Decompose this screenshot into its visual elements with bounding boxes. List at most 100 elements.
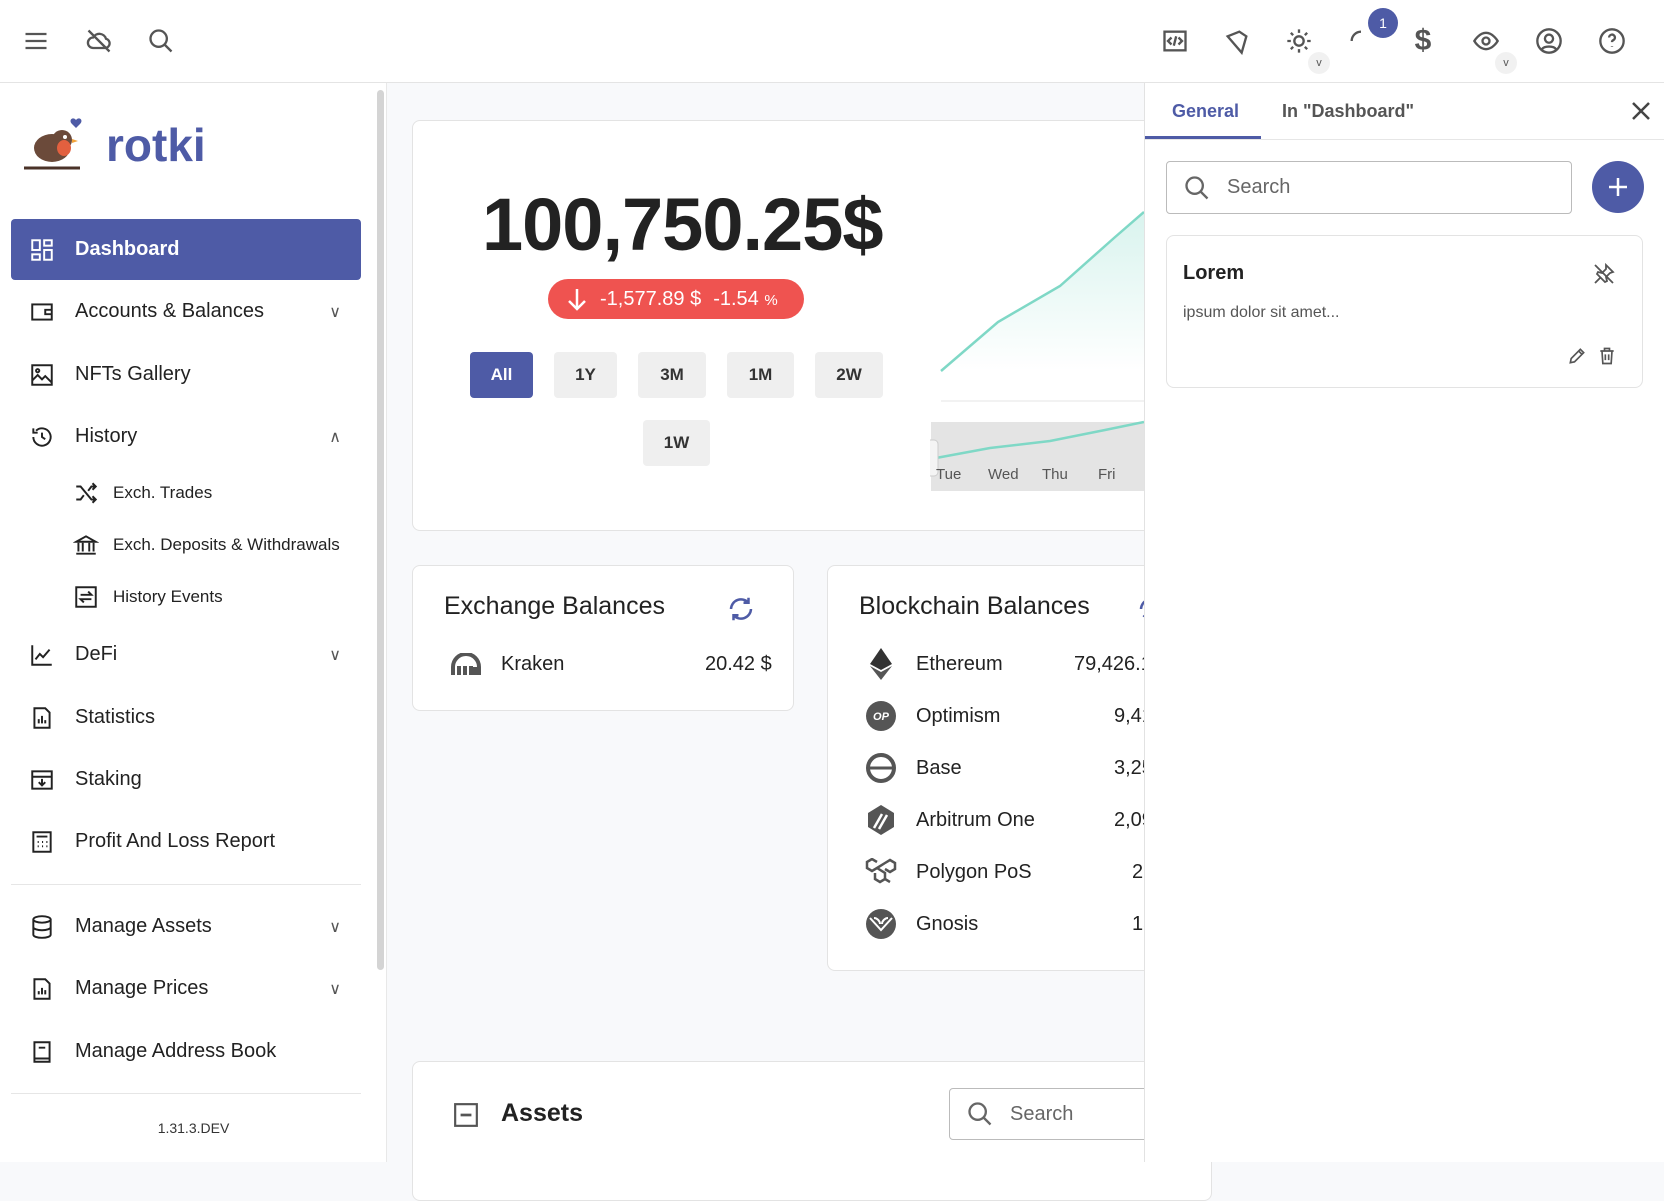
statistics-icon — [33, 706, 51, 729]
exchange-value: 20.42 $ — [705, 652, 772, 675]
sidebar-item-dashboard[interactable]: Dashboard — [11, 219, 361, 280]
sidebar-item-history-events[interactable]: History Events — [11, 572, 361, 622]
change-percent: -1.54 % — [713, 287, 778, 310]
chain-name: Gnosis — [916, 912, 979, 935]
menu-icon[interactable] — [17, 22, 55, 60]
chevron-down-icon: ∨ — [329, 646, 341, 664]
delete-icon[interactable] — [1597, 346, 1617, 366]
help-icon[interactable] — [1593, 22, 1631, 60]
range-1y-button[interactable]: 1Y — [554, 352, 617, 398]
svg-text:OP: OP — [873, 711, 890, 723]
note-title: Lorem — [1183, 262, 1245, 284]
currency-symbol: $ — [842, 183, 883, 266]
search-icon — [1185, 175, 1209, 199]
gnosis-icon — [864, 907, 898, 941]
add-note-button[interactable] — [1592, 161, 1644, 213]
app-version: 1.31.3.DEV — [157, 1120, 230, 1136]
range-3m-button[interactable]: 3M — [638, 352, 706, 398]
archive-icon — [31, 769, 53, 790]
balance-change-badge: -1,577.89 $ -1.54 % — [548, 279, 804, 319]
chain-row[interactable]: Base3,251.7 — [864, 748, 1181, 788]
rotki-logo — [20, 112, 88, 178]
close-icon[interactable] — [1629, 99, 1653, 123]
tab-general[interactable]: General — [1172, 83, 1239, 139]
search-icon[interactable] — [142, 22, 180, 60]
chain-row[interactable]: Polygon PoS229.9 — [864, 852, 1182, 892]
arrow-down-icon — [568, 289, 586, 311]
top-bar: v 1 $ v — [0, 0, 1664, 83]
card-title: Assets — [501, 1099, 583, 1127]
chain-row[interactable]: Arbitrum One2,096.1 — [864, 800, 1181, 840]
chevron-up-icon: ∧ — [329, 428, 341, 446]
polygon-icon — [864, 855, 898, 889]
refresh-icon[interactable] — [726, 594, 756, 624]
card-title: Exchange Balances — [444, 592, 665, 620]
range-all-button[interactable]: All — [470, 352, 533, 398]
sidebar-item-manage-prices[interactable]: Manage Prices ∨ — [11, 958, 361, 1019]
timeline-label: Wed — [988, 466, 1019, 483]
chain-name: Base — [916, 756, 962, 779]
chain-row[interactable]: Ethereum 79,426.1 — [864, 644, 1164, 684]
sidebar-item-label: History Events — [113, 587, 223, 606]
sidebar-item-label: DeFi — [75, 643, 118, 665]
chain-name: Arbitrum One — [916, 808, 1035, 831]
total-balance: 100,750.25$ — [482, 182, 884, 267]
sidebar-item-label: Profit And Loss Report — [75, 830, 276, 852]
tab-divider — [1145, 139, 1664, 140]
chevron-down-icon: ∨ — [329, 918, 341, 936]
range-1m-button[interactable]: 1M — [727, 352, 794, 398]
chain-row[interactable]: Gnosis136.8 — [864, 904, 1182, 944]
sidebar-item-label: Manage Assets — [75, 915, 212, 937]
cloud-off-icon[interactable] — [80, 22, 118, 60]
sidebar-item-label: Dashboard — [75, 238, 180, 260]
note-body: ipsum dolor sit amet... — [1183, 304, 1340, 321]
sidebar-item-defi[interactable]: DeFi ∨ — [11, 624, 361, 685]
events-icon — [75, 586, 97, 608]
exchange-name: Kraken — [501, 652, 565, 675]
assets-card: Assets Search — [412, 1061, 1212, 1201]
sidebar-item-exch-deposits-withdrawals[interactable]: Exch. Deposits & Withdrawals — [11, 520, 361, 570]
wallet-icon — [31, 302, 53, 321]
sidebar-item-accounts-balances[interactable]: Accounts & Balances ∨ — [11, 281, 361, 342]
total-value: 100,750.25 — [482, 183, 843, 266]
range-1w-button[interactable]: 1W — [643, 420, 710, 466]
history-icon — [32, 426, 52, 447]
unpin-icon[interactable] — [1592, 262, 1616, 286]
chevron-down-icon[interactable]: v — [1495, 52, 1517, 74]
sidebar-item-manage-assets[interactable]: Manage Assets ∨ — [11, 896, 361, 957]
notes-search-input[interactable]: Search — [1166, 161, 1572, 214]
sidebar-item-statistics[interactable]: Statistics — [11, 687, 361, 748]
net-worth-chart[interactable] — [930, 190, 1144, 495]
range-2w-button[interactable]: 2W — [815, 352, 883, 398]
chain-name: Ethereum — [916, 652, 1003, 675]
card-title: Blockchain Balances — [859, 592, 1090, 620]
calculator-icon — [32, 830, 52, 853]
sidebar-divider — [11, 884, 361, 885]
note-card[interactable]: Lorem ipsum dolor sit amet... — [1166, 235, 1643, 388]
sidebar-item-staking[interactable]: Staking — [11, 749, 361, 810]
optimism-icon: OP — [864, 699, 898, 733]
tag-icon[interactable] — [1218, 22, 1256, 60]
code-icon[interactable] — [1156, 22, 1194, 60]
collapse-icon[interactable] — [453, 1102, 479, 1128]
chain-row[interactable]: OPOptimism9,415.3 — [864, 696, 1181, 736]
chevron-down-icon[interactable]: v — [1308, 52, 1330, 74]
sidebar-item-history[interactable]: History ∧ — [11, 406, 361, 467]
notification-badge: 1 — [1368, 8, 1398, 38]
account-icon[interactable] — [1530, 22, 1568, 60]
sidebar-scrollbar[interactable] — [377, 90, 384, 970]
tab-in-dashboard[interactable]: In "Dashboard" — [1282, 83, 1414, 139]
sidebar-item-nfts-gallery[interactable]: NFTs Gallery — [11, 344, 361, 405]
prices-icon — [33, 977, 51, 1000]
dollar-icon[interactable]: $ — [1404, 22, 1442, 60]
sidebar-item-exch-trades[interactable]: Exch. Trades — [11, 468, 361, 518]
sidebar-item-label: Statistics — [75, 706, 156, 728]
kraken-icon — [449, 647, 483, 681]
exchange-row[interactable]: Kraken 20.42 $ — [449, 644, 772, 684]
book-icon — [33, 1040, 51, 1063]
ethereum-icon — [864, 647, 898, 681]
sidebar-item-manage-address-book[interactable]: Manage Address Book — [11, 1021, 361, 1082]
search-placeholder: Search — [1227, 176, 1291, 198]
sidebar-item-profit-loss-report[interactable]: Profit And Loss Report — [11, 811, 361, 872]
edit-icon[interactable] — [1567, 346, 1587, 366]
